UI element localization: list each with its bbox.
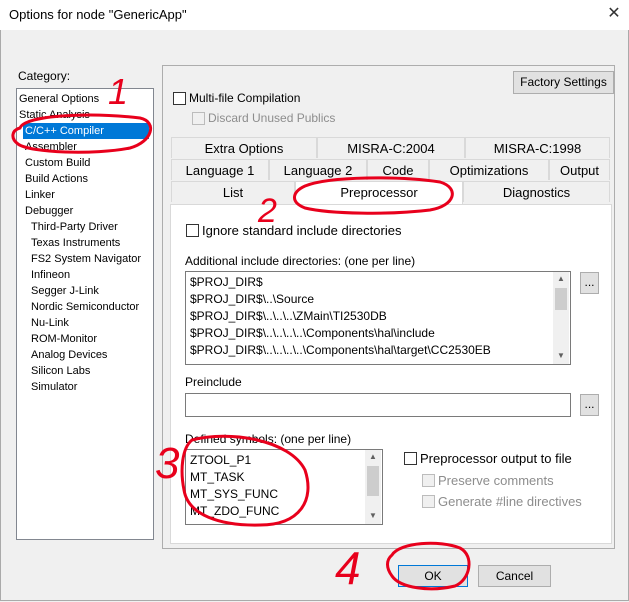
preinclude-input[interactable] — [185, 393, 571, 417]
generate-line-label: Generate #line directives — [438, 494, 582, 509]
preserve-comments-label: Preserve comments — [438, 473, 554, 488]
tab-language-1[interactable]: Language 1 — [171, 159, 269, 180]
defined-symbol-line: MT_SYS_FUNC — [190, 487, 279, 501]
category-item-third-party-driver[interactable]: Third-Party Driver — [31, 219, 118, 235]
ignore-std-include-checkbox[interactable] — [186, 224, 199, 237]
tab-row-2: Language 1 Language 2 Code Optimizations… — [171, 159, 610, 181]
category-item-silicon-labs[interactable]: Silicon Labs — [31, 363, 90, 379]
tab-output[interactable]: Output — [549, 159, 610, 180]
scroll-thumb[interactable] — [367, 466, 379, 496]
generate-line-checkbox[interactable] — [422, 495, 435, 508]
tab-misra-2004[interactable]: MISRA-C:2004 — [317, 137, 465, 158]
multi-file-checkbox[interactable] — [173, 92, 186, 105]
tab-row-1: Extra Options MISRA-C:2004 MISRA-C:1998 — [171, 137, 610, 159]
tab-optimizations[interactable]: Optimizations — [429, 159, 549, 180]
preserve-comments-checkbox[interactable] — [422, 474, 435, 487]
discard-unused-checkbox[interactable] — [192, 112, 205, 125]
ok-button[interactable]: OK — [398, 565, 468, 587]
category-label: Category: — [18, 69, 71, 83]
category-item-custom-build[interactable]: Custom Build — [25, 155, 90, 171]
scroll-down-icon[interactable]: ▼ — [365, 509, 381, 523]
defined-symbols-scrollbar[interactable]: ▲ ▼ — [365, 450, 381, 524]
scroll-up-icon[interactable]: ▲ — [365, 450, 381, 464]
category-item-assembler[interactable]: Assembler — [25, 139, 77, 155]
defined-symbols-label: Defined symbols: (one per line) — [185, 432, 352, 446]
category-item-cpp-compiler[interactable]: C/C++ Compiler — [23, 123, 149, 139]
category-item-infineon[interactable]: Infineon — [31, 267, 70, 283]
tab-misra-1998[interactable]: MISRA-C:1998 — [465, 137, 610, 158]
include-dir-line: $PROJ_DIR$ — [190, 275, 263, 289]
tab-diagnostics[interactable]: Diagnostics — [463, 181, 610, 202]
tab-preprocessor[interactable]: Preprocessor — [295, 181, 463, 204]
defined-symbol-line: ZTOOL_P1 — [190, 453, 252, 467]
tab-list[interactable]: List — [171, 181, 295, 202]
include-dirs-browse-button[interactable]: ... — [580, 272, 599, 294]
category-item-fs2-system-navigator[interactable]: FS2 System Navigator — [31, 251, 141, 267]
category-item-build-actions[interactable]: Build Actions — [25, 171, 88, 187]
include-dir-line: $PROJ_DIR$\..\Source — [190, 292, 315, 306]
defined-symbol-line: MT_ZDO_FUNC — [190, 504, 280, 518]
category-item-debugger[interactable]: Debugger — [25, 203, 73, 219]
tab-language-2[interactable]: Language 2 — [269, 159, 367, 180]
scroll-down-icon[interactable]: ▼ — [553, 349, 569, 363]
ignore-std-include-label: Ignore standard include directories — [202, 223, 402, 238]
tab-code[interactable]: Code — [367, 159, 429, 180]
factory-settings-button[interactable]: Factory Settings — [513, 71, 614, 94]
preinclude-browse-button[interactable]: ... — [580, 394, 599, 416]
include-dirs-textbox[interactable]: $PROJ_DIR$ $PROJ_DIR$\..\Source $PROJ_DI… — [185, 271, 571, 365]
category-item-rom-monitor[interactable]: ROM-Monitor — [31, 331, 97, 347]
close-icon[interactable]: ✕ — [604, 4, 624, 24]
category-item-linker[interactable]: Linker — [25, 187, 55, 203]
preinclude-label: Preinclude — [185, 375, 242, 389]
category-item-segger-jlink[interactable]: Segger J-Link — [31, 283, 99, 299]
include-dir-line: $PROJ_DIR$\..\..\..\..\Components\hal\ta… — [190, 343, 491, 357]
category-item-nu-link[interactable]: Nu-Link — [31, 315, 69, 331]
category-item-general-options[interactable]: General Options — [19, 91, 99, 107]
category-list[interactable]: General Options Static Analysis C/C++ Co… — [16, 88, 154, 540]
tab-row-3: List Preprocessor Diagnostics — [171, 181, 610, 204]
scroll-up-icon[interactable]: ▲ — [553, 272, 569, 286]
category-item-nordic-semiconductor[interactable]: Nordic Semiconductor — [31, 299, 139, 315]
preproc-output-label: Preprocessor output to file — [420, 451, 572, 466]
discard-unused-label: Discard Unused Publics — [208, 111, 336, 125]
window-title: Options for node "GenericApp" — [9, 7, 187, 22]
include-dir-line: $PROJ_DIR$\..\..\..\..\Components\hal\in… — [190, 326, 435, 340]
preproc-output-checkbox[interactable] — [404, 452, 417, 465]
include-dir-line: $PROJ_DIR$\..\..\..\ZMain\TI2530DB — [190, 309, 387, 323]
category-item-texas-instruments[interactable]: Texas Instruments — [31, 235, 120, 251]
scroll-thumb[interactable] — [555, 288, 567, 310]
multi-file-label: Multi-file Compilation — [189, 91, 301, 105]
defined-symbol-line: MT_TASK — [190, 470, 245, 484]
tab-extra-options[interactable]: Extra Options — [171, 137, 317, 158]
category-item-simulator[interactable]: Simulator — [31, 379, 77, 395]
category-item-static-analysis[interactable]: Static Analysis — [19, 107, 90, 123]
defined-symbols-textbox[interactable]: ZTOOL_P1 MT_TASK MT_SYS_FUNC MT_ZDO_FUNC… — [185, 449, 383, 525]
category-item-analog-devices[interactable]: Analog Devices — [31, 347, 107, 363]
cancel-button[interactable]: Cancel — [478, 565, 551, 587]
include-dirs-scrollbar[interactable]: ▲ ▼ — [553, 272, 569, 364]
include-dirs-label: Additional include directories: (one per… — [185, 254, 416, 268]
